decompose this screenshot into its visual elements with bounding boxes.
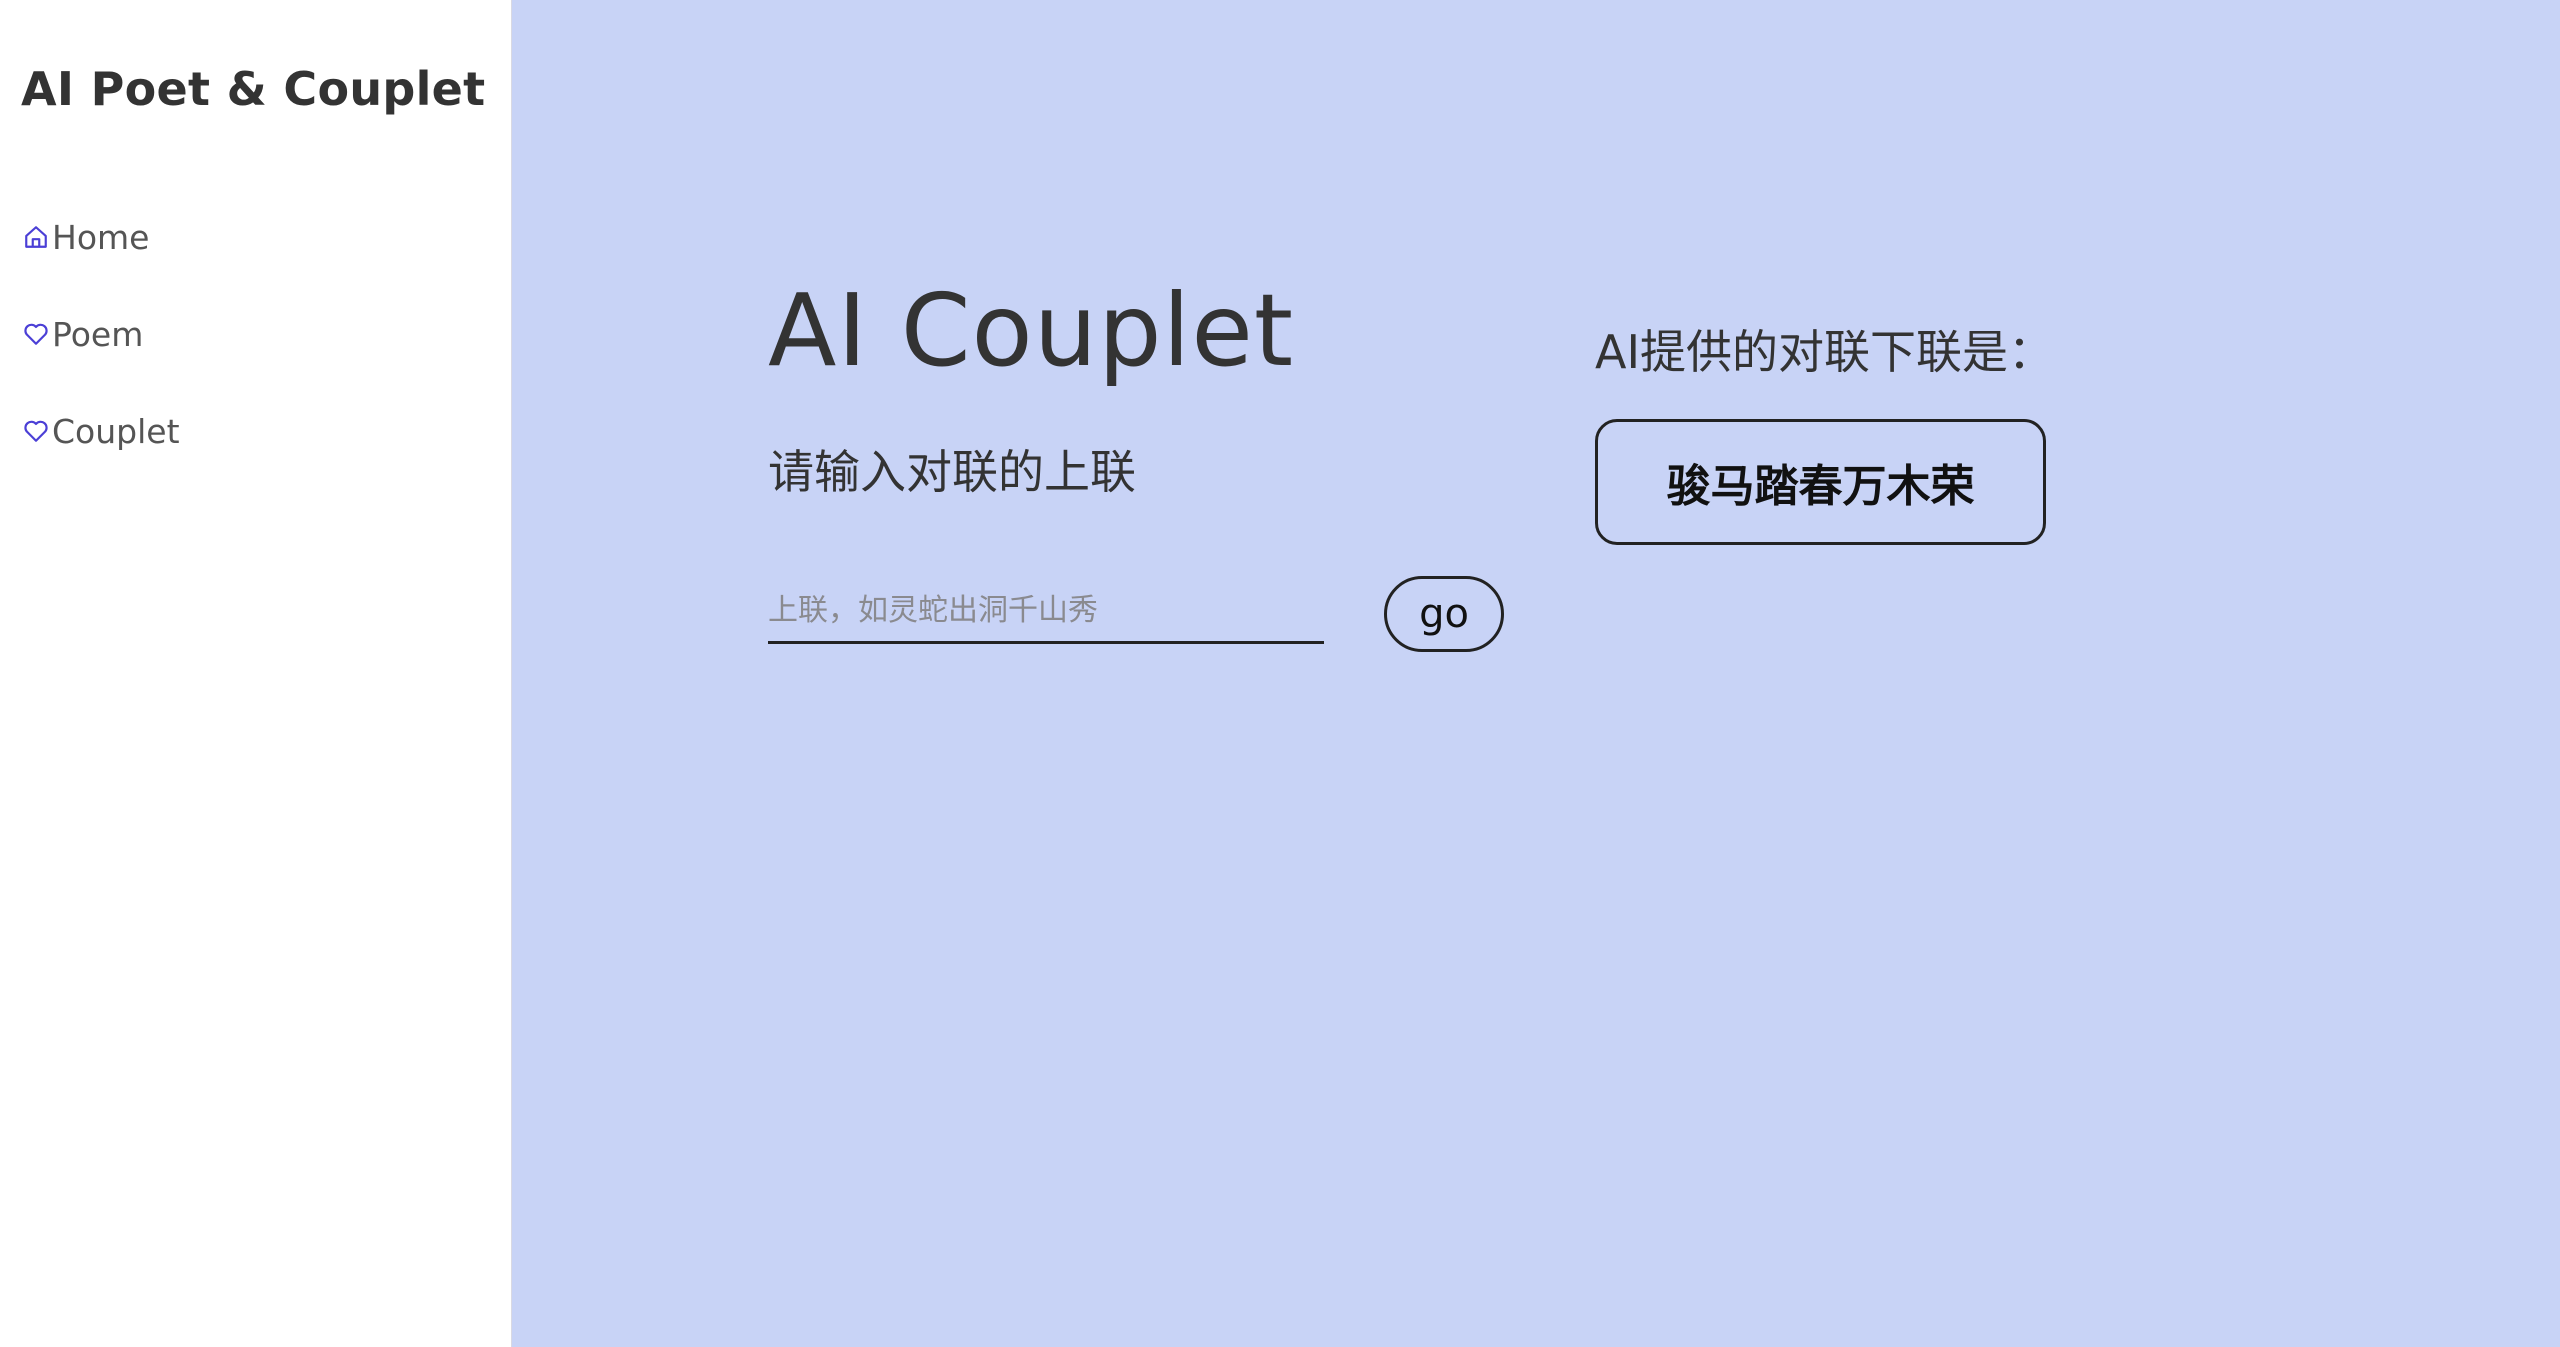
page-title: AI Couplet: [768, 272, 1295, 389]
main-content: AI Couplet 请输入对联的上联 go AI提供的对联下联是： 骏马踏春万…: [512, 0, 2560, 1347]
sidebar-item-poem[interactable]: Poem: [22, 309, 180, 359]
app-title: AI Poet & Couplet: [21, 62, 486, 116]
input-prompt: 请输入对联的上联: [768, 445, 1136, 499]
result-output: 骏马踏春万木荣: [1595, 419, 2046, 545]
sidebar-item-couplet[interactable]: Couplet: [22, 406, 180, 456]
go-button[interactable]: go: [1384, 576, 1504, 652]
app-root: AI Poet & Couplet Home Poem Couplet AI C…: [0, 0, 2560, 1347]
sidebar-item-label: Couplet: [52, 411, 180, 451]
first-line-field: [768, 580, 1324, 644]
home-icon: [22, 223, 50, 251]
sidebar-item-home[interactable]: Home: [22, 212, 180, 262]
sidebar-item-label: Home: [52, 217, 150, 257]
sidebar-nav: Home Poem Couplet: [22, 212, 180, 503]
sidebar: AI Poet & Couplet Home Poem Couplet: [0, 0, 512, 1347]
result-label: AI提供的对联下联是：: [1595, 325, 2055, 379]
heart-icon: [22, 320, 50, 348]
sidebar-item-label: Poem: [52, 314, 144, 354]
first-line-input[interactable]: [768, 580, 1324, 640]
heart-icon: [22, 417, 50, 445]
